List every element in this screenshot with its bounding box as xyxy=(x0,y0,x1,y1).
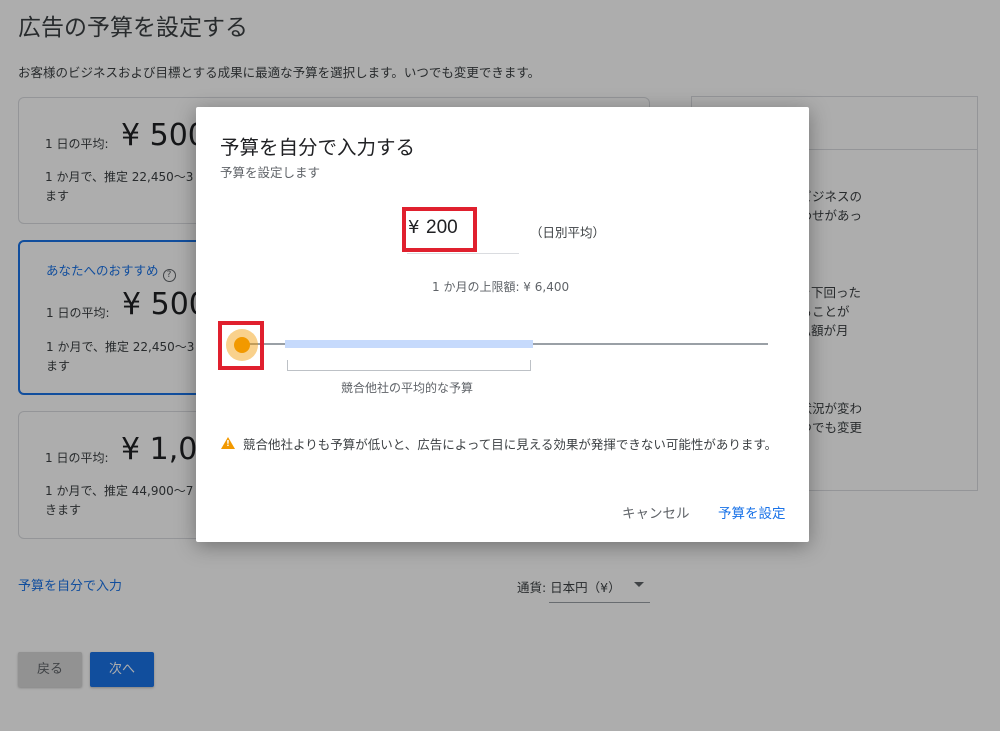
manual-budget-dialog: 予算を自分で入力する 予算を設定します ¥ （日別平均） 1 か月の上限額: ¥… xyxy=(196,107,809,542)
competitor-average-label: 競合他社の平均的な予算 xyxy=(341,381,474,395)
warning-icon-mark: ! xyxy=(226,439,230,448)
dialog-subtitle: 予算を設定します xyxy=(220,165,321,180)
competitor-range-bracket xyxy=(287,360,531,371)
competitor-range-band xyxy=(285,340,533,348)
monthly-limit: 1 か月の上限額: ¥ 6,400 xyxy=(432,280,570,294)
dialog-title: 予算を自分で入力する xyxy=(220,136,416,159)
set-budget-button[interactable]: 予算を設定 xyxy=(718,502,786,522)
warning-message: 競合他社よりも予算が低いと、広告によって目に見える効果が発揮できない可能性があり… xyxy=(243,437,778,452)
slider-highlight-box xyxy=(218,321,264,370)
daily-average-label: （日別平均） xyxy=(530,225,606,240)
cancel-button[interactable]: キャンセル xyxy=(622,502,690,522)
amount-highlight-box xyxy=(402,207,477,252)
